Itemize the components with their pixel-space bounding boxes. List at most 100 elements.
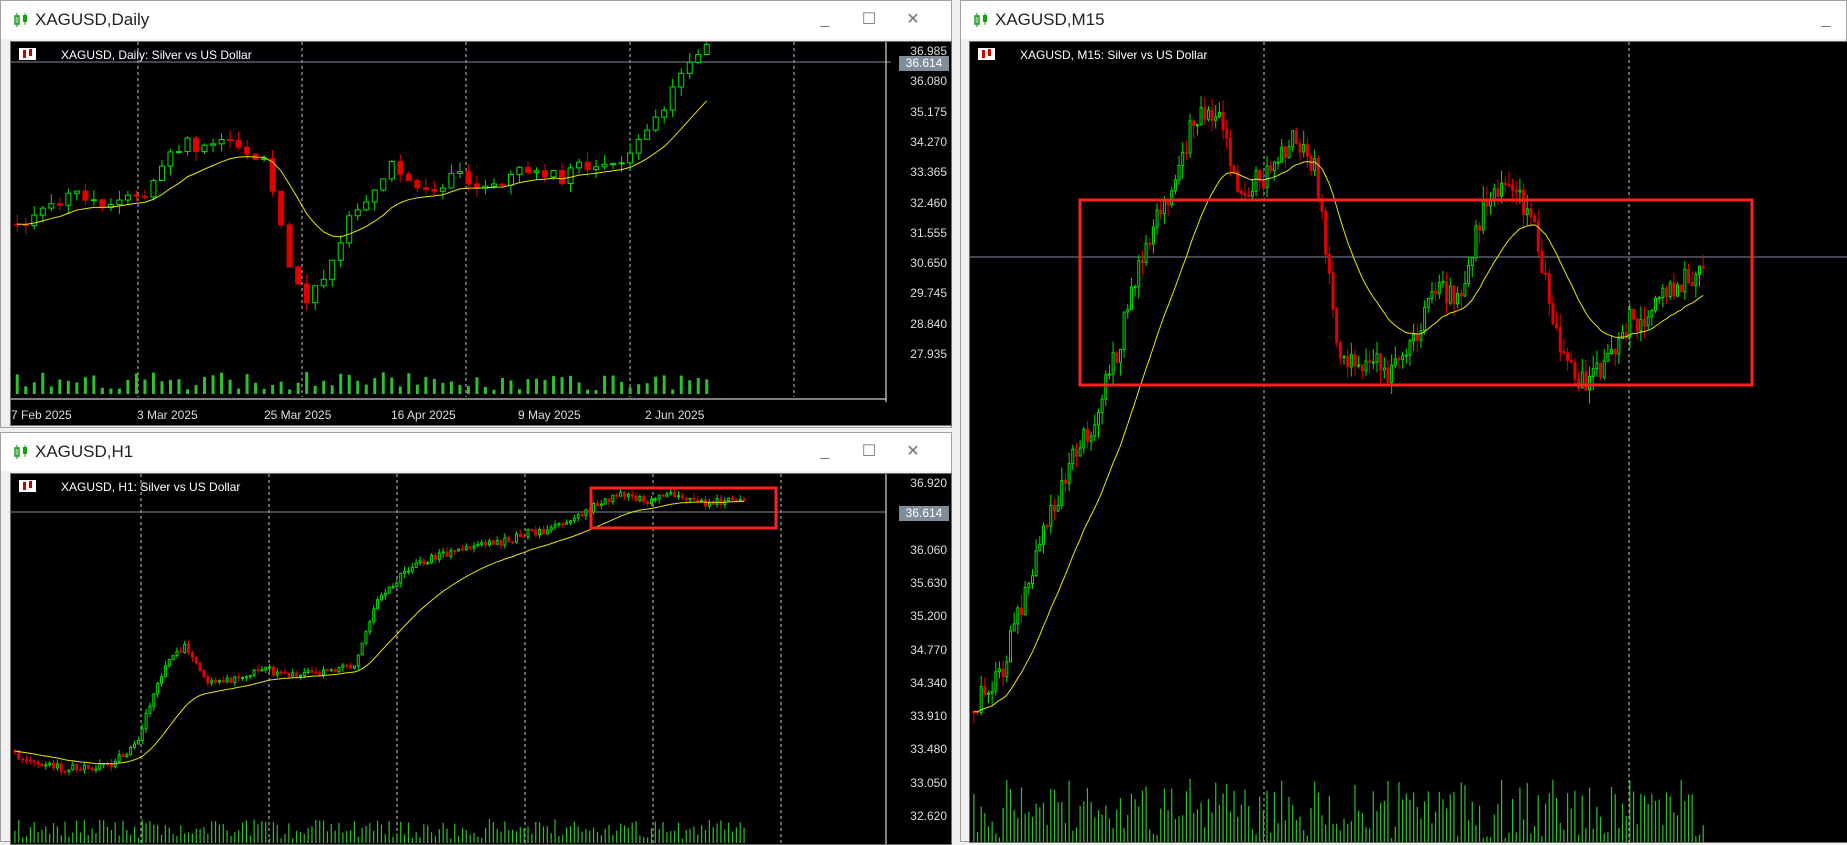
time-axis-label: 25 Mar 2025: [264, 408, 332, 422]
titlebar-daily[interactable]: XAGUSD,Daily _ ☐ ✕: [1, 1, 951, 39]
candle-body: [618, 162, 625, 165]
candle-body: [1162, 200, 1166, 215]
candle-body: [25, 759, 29, 762]
candle-body: [1456, 293, 1460, 305]
candle-body: [1250, 190, 1254, 197]
window-daily[interactable]: XAGUSD,Daily _ ☐ ✕ XAGUSD, Daily: Silver…: [0, 0, 952, 428]
candle-body: [576, 514, 580, 519]
chart-daily[interactable]: XAGUSD, Daily: Silver vs US Dollar 36.98…: [10, 41, 952, 426]
candle-body: [1096, 412, 1100, 426]
candle-body: [121, 754, 125, 758]
candle-body: [1005, 661, 1009, 678]
candle-body: [171, 655, 175, 661]
minimize-button[interactable]: _: [1806, 7, 1846, 33]
candle-body: [499, 540, 503, 546]
close-button[interactable]: ✕: [893, 7, 933, 33]
candle-body: [1661, 287, 1665, 299]
candle-body: [160, 676, 164, 684]
candle-body: [1144, 242, 1148, 263]
candle-body: [329, 259, 336, 280]
candle-body: [52, 762, 56, 769]
candle-body: [133, 194, 140, 197]
candle-body: [99, 199, 106, 209]
candle-body: [1313, 158, 1317, 172]
candle-body: [225, 677, 229, 682]
candle-body: [627, 152, 634, 164]
candle-body: [553, 524, 557, 528]
candle-body: [1375, 353, 1379, 363]
candle-body: [1173, 179, 1177, 192]
candle-body: [1613, 348, 1617, 355]
candle-body: [194, 656, 198, 664]
candle-body: [1093, 424, 1097, 437]
h1-candles: [11, 474, 887, 844]
candle-body: [202, 670, 206, 678]
price-axis-label: 35.630: [910, 575, 947, 590]
minimize-button[interactable]: _: [805, 7, 845, 33]
candle-body: [1665, 287, 1669, 298]
candle-body: [1195, 124, 1199, 127]
candle-body: [227, 139, 234, 142]
maximize-button[interactable]: ☐: [849, 7, 889, 33]
candle-body: [1254, 169, 1258, 192]
candle-body: [175, 650, 179, 657]
price-axis-label: 27.935: [910, 347, 947, 361]
candle-body: [158, 165, 165, 181]
symbol-line: XAGUSD, Daily: Silver vs US Dollar: [19, 48, 252, 64]
candle-body: [295, 266, 302, 285]
window-h1[interactable]: XAGUSD,H1 _ ☐ ✕ XAGUSD, H1: Silver vs US…: [0, 432, 952, 845]
titlebar-h1[interactable]: XAGUSD,H1 _ ☐ ✕: [1, 433, 951, 471]
candle-body: [410, 566, 414, 572]
candle-body: [1265, 165, 1269, 189]
candle-body: [533, 170, 540, 173]
time-axis-label: 7 Feb 2025: [11, 408, 72, 422]
candle-body: [1617, 338, 1621, 355]
candle-body: [1217, 111, 1221, 118]
candle-body: [1324, 210, 1328, 256]
candle-body: [738, 498, 742, 502]
candle-body: [1404, 354, 1408, 357]
candle-body: [516, 166, 523, 175]
candle-body: [306, 670, 310, 673]
time-axis-label: 16 Apr 2025: [391, 408, 456, 422]
candle-body: [661, 494, 665, 497]
candle-body: [1291, 130, 1295, 148]
candle-body: [1448, 285, 1452, 304]
candle-body: [1074, 448, 1078, 457]
minimize-button[interactable]: _: [805, 439, 845, 465]
candle-body: [1177, 164, 1181, 181]
candle-body: [611, 494, 615, 503]
candle-body: [615, 494, 619, 497]
titlebar-m15[interactable]: XAGUSD,M15 _: [961, 1, 1846, 39]
candle-body: [1203, 107, 1207, 120]
candle-body: [39, 207, 46, 216]
candle-body: [657, 494, 661, 500]
chart-h1[interactable]: XAGUSD, H1: Silver vs US Dollar 36.920 36…: [10, 473, 952, 845]
candle-body: [1063, 479, 1067, 484]
candle-body: [1023, 586, 1027, 616]
candle-body: [279, 671, 283, 674]
candle-body: [116, 199, 123, 206]
candle-body: [252, 669, 256, 676]
close-button[interactable]: ✕: [893, 439, 933, 465]
candle-body: [144, 712, 148, 730]
candle-body: [314, 671, 318, 674]
window-m15[interactable]: XAGUSD,M15 _ XAGUSD, M15: Silver vs US D…: [960, 0, 1847, 843]
price-axis-label: 33.050: [910, 775, 947, 790]
candle-body: [1181, 151, 1185, 166]
candle-body: [1452, 285, 1456, 305]
candle-body: [90, 767, 94, 770]
chart-m15[interactable]: XAGUSD, M15: Silver vs US Dollar: [969, 41, 1847, 843]
candle-body: [90, 199, 97, 202]
candle-body: [1038, 543, 1042, 552]
candle-body: [1140, 260, 1144, 263]
candle-body: [1129, 286, 1133, 311]
candle-body: [1294, 130, 1298, 145]
candle-body: [333, 669, 337, 673]
candle-body: [1533, 216, 1537, 223]
candle-body: [79, 768, 83, 771]
candle-body: [464, 546, 468, 551]
maximize-button[interactable]: ☐: [849, 439, 889, 465]
candle-body: [1342, 356, 1346, 359]
candle-body: [1606, 352, 1610, 362]
